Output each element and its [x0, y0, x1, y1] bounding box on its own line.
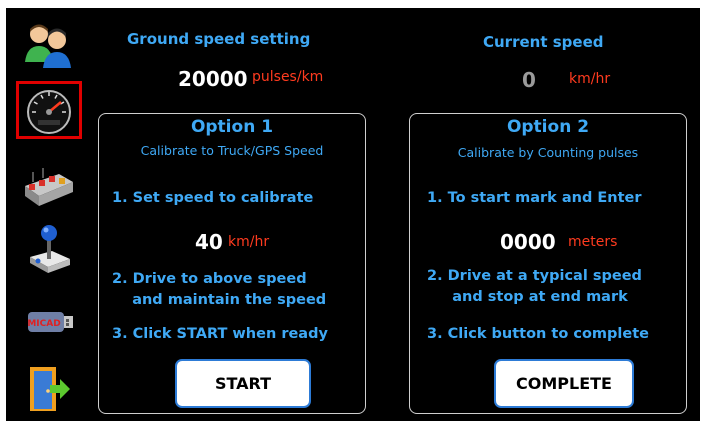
option2-step3: 3. Click button to complete: [427, 326, 649, 342]
sidebar-item-exit[interactable]: [16, 360, 82, 418]
option1-step1: 1. Set speed to calibrate: [112, 190, 314, 206]
sidebar-item-speedometer[interactable]: [16, 81, 82, 139]
current-speed-label: Current speed: [483, 33, 604, 51]
usb-drive-icon: MICAD: [27, 312, 73, 332]
users-icon: [25, 24, 71, 68]
usb-drive-label: MICAD: [27, 319, 60, 329]
valve-block-icon: [25, 168, 73, 206]
option2-step1: 1. To start mark and Enter: [427, 190, 642, 206]
ground-speed-unit: pulses/km: [252, 69, 324, 85]
current-speed-unit: km/hr: [569, 71, 611, 87]
speedometer-icon: [27, 90, 71, 134]
option1-step2: 2. Drive to above speed and maintain the…: [112, 271, 327, 308]
exit-door-icon: [30, 367, 70, 411]
option1-subtitle: Calibrate to Truck/GPS Speed: [140, 143, 324, 158]
ground-speed-value: 20000: [178, 67, 248, 91]
sidebar-item-valves[interactable]: [16, 158, 82, 216]
current-speed-value: 0: [522, 68, 536, 92]
sidebar: MICAD: [6, 8, 88, 421]
sidebar-item-joystick[interactable]: [16, 220, 82, 278]
complete-button[interactable]: COMPLETE: [494, 359, 634, 408]
option2-subtitle: Calibrate by Counting pulses: [457, 145, 639, 160]
main-screen: MICAD Ground speed setting 20000 pulses/…: [6, 8, 700, 421]
distance-value[interactable]: 0000: [500, 230, 556, 254]
option2-title: Option 2: [506, 117, 590, 137]
option2-step2: 2. Drive at a typical speed and stop at …: [427, 268, 642, 305]
distance-unit: meters: [568, 234, 618, 250]
start-button[interactable]: START: [175, 359, 311, 408]
ground-speed-label: Ground speed setting: [127, 30, 311, 48]
calibrate-speed-unit: km/hr: [228, 234, 270, 250]
option1-step3: 3. Click START when ready: [112, 326, 328, 342]
option2-panel: Option 2 Calibrate by Counting pulses 1.…: [409, 113, 687, 414]
calibrate-speed-value[interactable]: 40: [195, 230, 223, 254]
joystick-icon: [30, 225, 70, 273]
option1-panel: Option 1 Calibrate to Truck/GPS Speed 1.…: [98, 113, 366, 414]
option1-title: Option 1: [190, 117, 274, 137]
sidebar-item-usb[interactable]: MICAD: [16, 293, 82, 351]
sidebar-item-users[interactable]: [16, 16, 82, 74]
